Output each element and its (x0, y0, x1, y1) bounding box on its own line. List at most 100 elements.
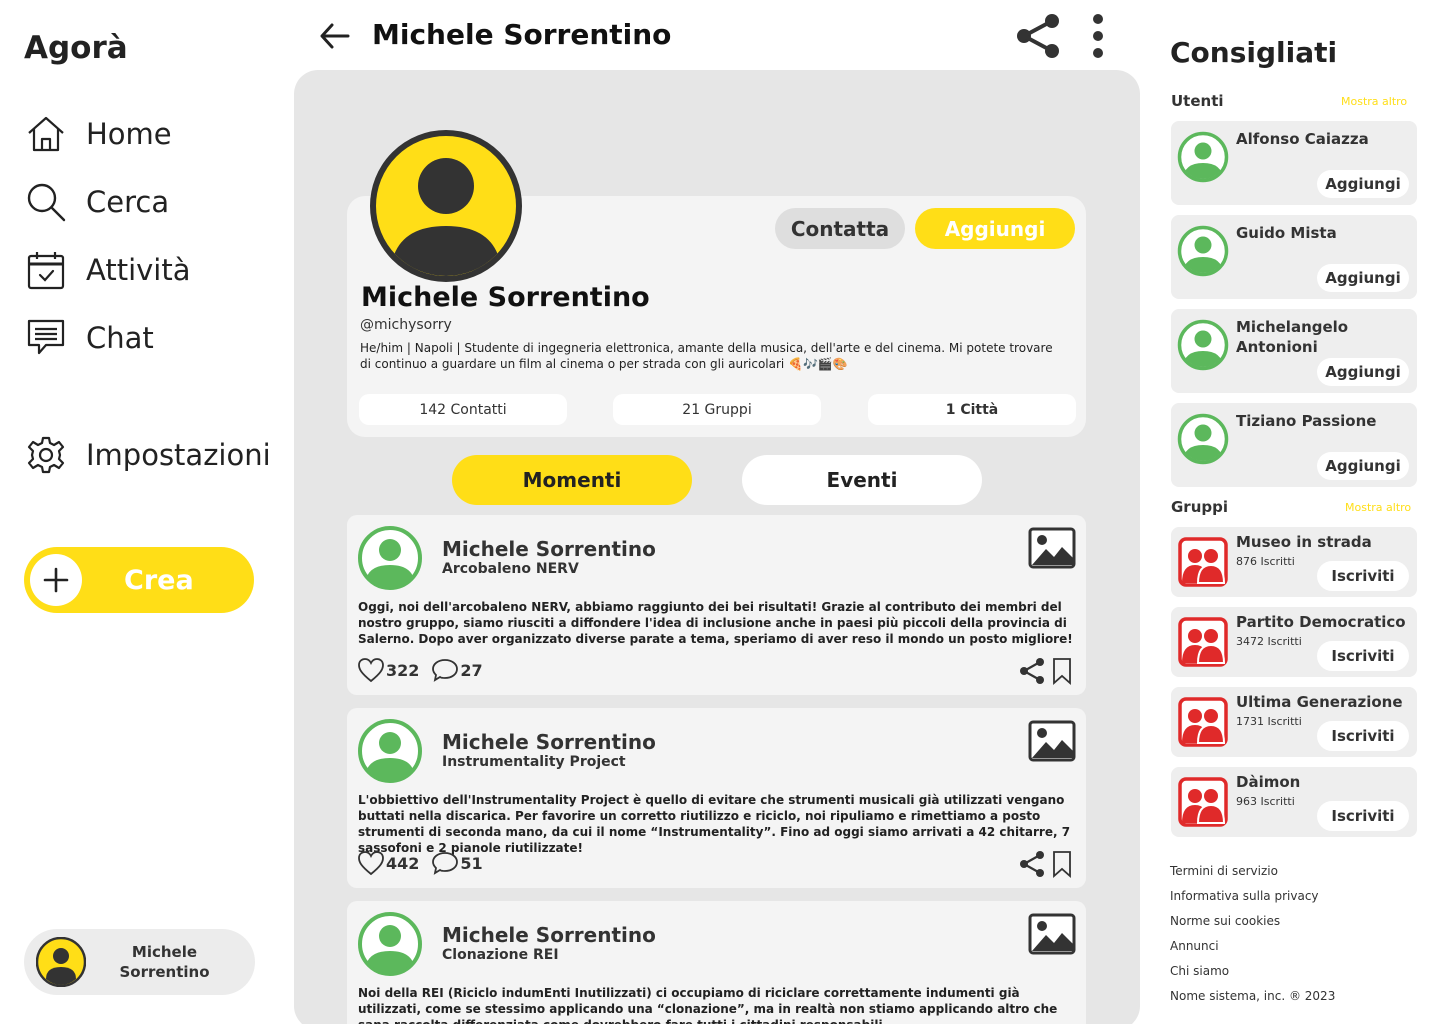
footer-copyright: Nome sistema, inc. ® 2023 (1170, 989, 1336, 1003)
post-author: Michele Sorrentino (442, 730, 656, 754)
current-user-pill[interactable]: Michele Sorrentino (24, 929, 255, 995)
profile-avatar (370, 130, 522, 282)
tab-events[interactable]: Eventi (742, 455, 982, 505)
add-user-button[interactable]: Aggiungi (1317, 452, 1409, 480)
nav-chat[interactable]: Chat (26, 318, 154, 358)
footer-link-cookies[interactable]: Norme sui cookies (1170, 914, 1280, 928)
user-avatar-icon (36, 937, 86, 987)
footer-link-ads[interactable]: Annunci (1170, 939, 1219, 953)
comment-button[interactable]: 51 (431, 850, 483, 876)
recommended-title: Consigliati (1170, 36, 1338, 69)
nav-settings[interactable]: Impostazioni (26, 435, 271, 475)
post-text: Noi della REI (Riciclo indumEnti Inutili… (358, 986, 1058, 1024)
create-button[interactable]: Crea (24, 547, 254, 613)
users-section-label: Utenti (1171, 92, 1224, 110)
like-button[interactable]: 442 (357, 850, 419, 876)
comment-icon (432, 852, 459, 875)
share-icon[interactable] (1018, 850, 1046, 878)
post-text: L'obbiettivo dell'Instrumentality Projec… (358, 793, 1071, 855)
post-card: Michele Sorrentino Instrumentality Proje… (347, 708, 1086, 888)
back-arrow-icon[interactable] (318, 20, 352, 52)
search-icon (27, 183, 66, 222)
stat-groups[interactable]: 21 Gruppi (613, 394, 821, 425)
nav-chat-label: Chat (86, 321, 154, 355)
share-icon[interactable] (1014, 12, 1062, 60)
recommended-user-card: Michelangelo Antonioni Aggiungi (1171, 309, 1417, 393)
footer-link-terms[interactable]: Termini di servizio (1170, 864, 1278, 878)
group-name: Partito Democratico (1236, 613, 1406, 631)
post-author: Michele Sorrentino (442, 923, 656, 947)
user-avatar-icon (1177, 131, 1229, 183)
user-avatar-icon (1177, 413, 1229, 465)
share-icon[interactable] (1018, 657, 1046, 685)
post-author-avatar (358, 912, 422, 976)
contact-button[interactable]: Contatta (775, 208, 905, 249)
recommended-user-name: Guido Mista (1236, 224, 1337, 242)
profile-handle: @michysorry (360, 317, 452, 333)
bookmark-icon[interactable] (1050, 657, 1074, 685)
heart-icon (358, 658, 384, 683)
post-card: Michele Sorrentino Clonazione REI Noi de… (347, 901, 1086, 1024)
groups-show-more-link[interactable]: Mostra altro (1345, 501, 1411, 514)
recommended-group-card: Partito Democratico 3472 Iscritti Iscriv… (1171, 607, 1417, 677)
stat-cities[interactable]: 1 Città (868, 394, 1076, 425)
like-count: 442 (386, 853, 420, 873)
group-icon (1178, 537, 1228, 587)
heart-icon (358, 851, 384, 876)
footer-link-about[interactable]: Chi siamo (1170, 964, 1229, 978)
group-name: Dàimon (1236, 773, 1301, 791)
comment-button[interactable]: 27 (431, 657, 483, 683)
post-card: Michele Sorrentino Arcobaleno NERV Oggi,… (347, 515, 1086, 695)
footer-link-privacy[interactable]: Informativa sulla privacy (1170, 889, 1319, 903)
chat-icon (27, 319, 65, 355)
group-members: 3472 Iscritti (1236, 635, 1302, 648)
create-button-label: Crea (124, 564, 194, 596)
profile-bio: He/him | Napoli | Studente di ingegneria… (360, 341, 1053, 371)
users-show-more-link[interactable]: Mostra altro (1341, 95, 1407, 108)
post-text: Oggi, noi dell'arcobaleno NERV, abbiamo … (358, 600, 1073, 646)
app-logo: Agorà (24, 30, 128, 66)
add-user-button[interactable]: Aggiungi (1317, 264, 1409, 292)
recommended-user-card: Guido Mista Aggiungi (1171, 215, 1417, 299)
group-members: 963 Iscritti (1236, 795, 1295, 808)
add-user-button[interactable]: Aggiungi (1317, 170, 1409, 198)
add-user-button[interactable]: Aggiungi (1317, 358, 1409, 386)
post-group: Clonazione REI (442, 947, 559, 963)
recommended-group-card: Dàimon 963 Iscritti Iscriviti (1171, 767, 1417, 837)
user-avatar-icon (1177, 225, 1229, 277)
post-actions: 442 51 (357, 850, 483, 876)
home-icon (28, 116, 64, 152)
join-group-button[interactable]: Iscriviti (1317, 561, 1409, 591)
post-group: Instrumentality Project (442, 754, 626, 770)
nav-activity[interactable]: Attività (26, 250, 191, 290)
nav-search[interactable]: Cerca (26, 182, 169, 222)
like-count: 322 (386, 660, 420, 680)
join-group-button[interactable]: Iscriviti (1317, 721, 1409, 751)
recommended-group-card: Ultima Generazione 1731 Iscritti Iscrivi… (1171, 687, 1417, 757)
recommended-user-name: Alfonso Caiazza (1236, 130, 1369, 148)
group-members: 876 Iscritti (1236, 555, 1295, 568)
image-icon[interactable] (1028, 527, 1076, 569)
bookmark-icon[interactable] (1050, 850, 1074, 878)
more-vertical-icon[interactable] (1084, 12, 1112, 60)
image-icon[interactable] (1028, 720, 1076, 762)
groups-section-label: Gruppi (1171, 498, 1229, 516)
recommended-user-name: Michelangelo Antonioni (1236, 318, 1349, 356)
nav-home[interactable]: Home (26, 114, 172, 154)
nav-home-label: Home (86, 117, 172, 151)
group-icon (1178, 777, 1228, 827)
nav-search-label: Cerca (86, 185, 170, 219)
join-group-button[interactable]: Iscriviti (1317, 641, 1409, 671)
add-friend-button[interactable]: Aggiungi (915, 208, 1075, 249)
gear-icon (27, 436, 65, 474)
join-group-button[interactable]: Iscriviti (1317, 801, 1409, 831)
stat-contacts[interactable]: 142 Contatti (359, 394, 567, 425)
post-author: Michele Sorrentino (442, 537, 656, 561)
comment-icon (432, 659, 459, 682)
like-button[interactable]: 322 (357, 657, 419, 683)
tab-moments[interactable]: Momenti (452, 455, 692, 505)
group-members: 1731 Iscritti (1236, 715, 1302, 728)
recommended-user-name: Tiziano Passione (1236, 412, 1377, 430)
recommended-user-card: Tiziano Passione Aggiungi (1171, 403, 1417, 487)
image-icon[interactable] (1028, 913, 1076, 955)
